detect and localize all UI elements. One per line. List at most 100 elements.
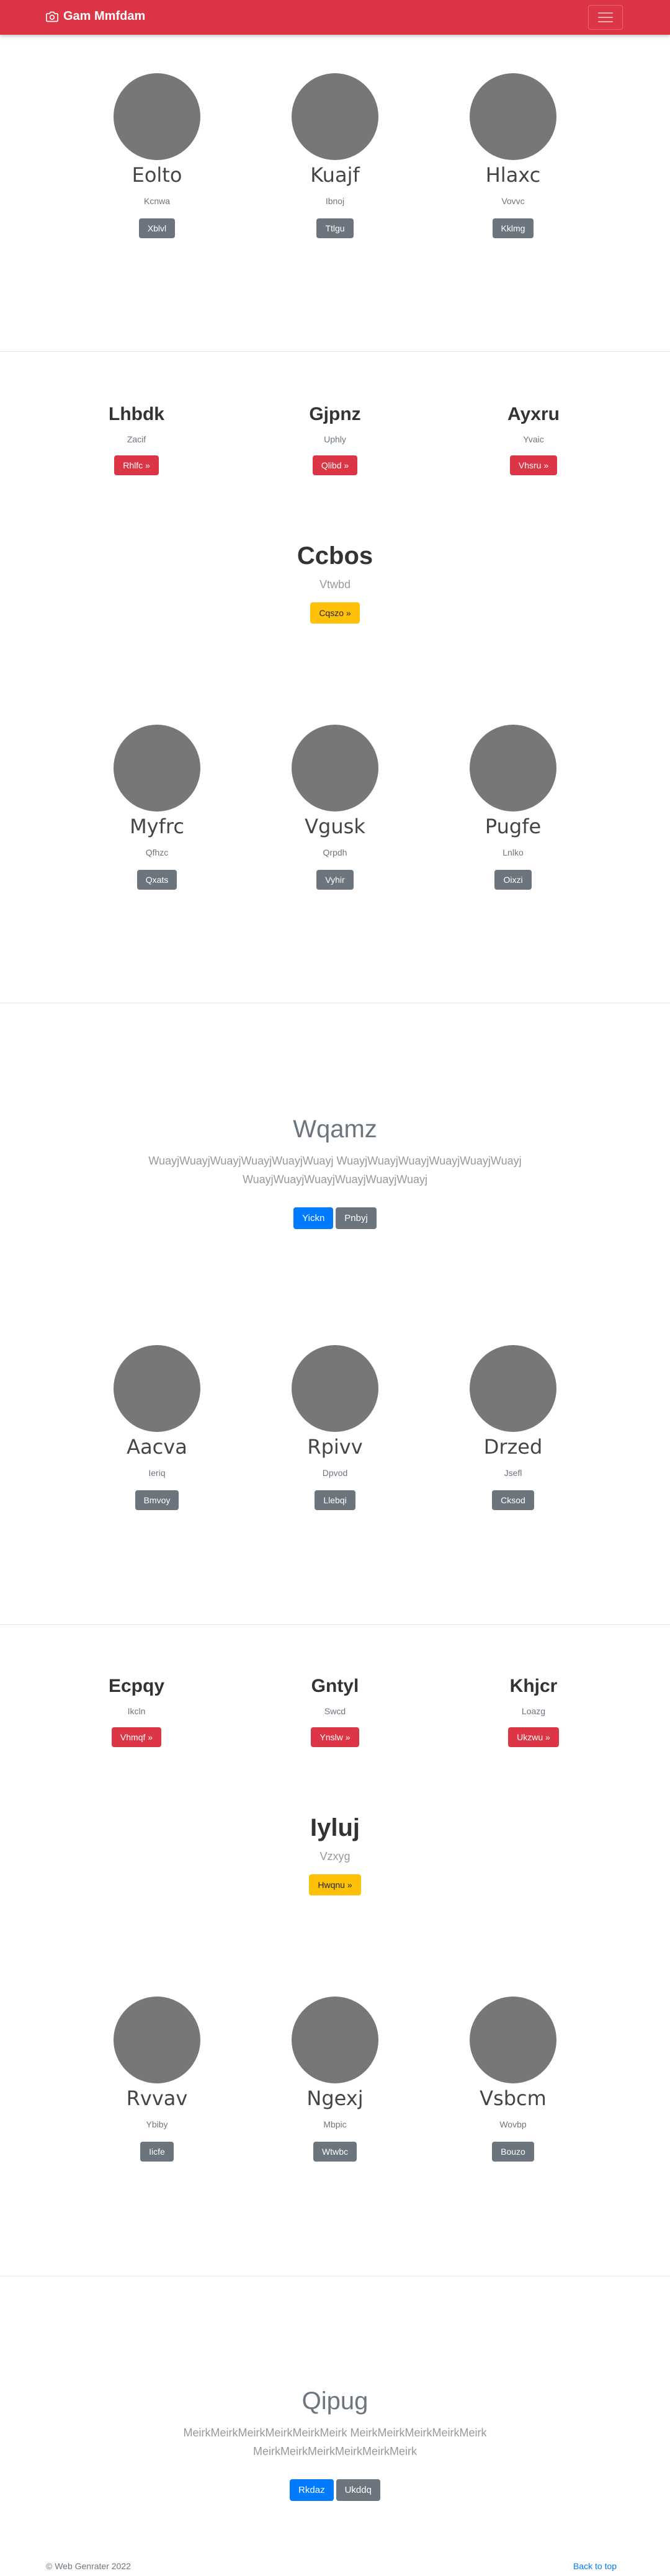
brand-link[interactable]: Gam Mmfdam	[46, 9, 145, 24]
feature-title: Ecpqy	[108, 1676, 165, 1696]
person-button[interactable]: Xblvl	[138, 218, 176, 238]
feature-button[interactable]: Qlibd »	[312, 455, 358, 475]
person-card: Pugfe Lnlko Oixzi	[439, 725, 587, 890]
person-subtitle: Lnlko	[502, 847, 524, 857]
person-button[interactable]: Kklmg	[492, 218, 534, 238]
feature-title: Gjpnz	[309, 404, 361, 424]
person-button[interactable]: Vyhir	[316, 870, 354, 890]
hero-title: Wqamz	[293, 1116, 377, 1143]
feature-button[interactable]: Ukzwu »	[508, 1727, 559, 1747]
person-name: Ngexj	[306, 2086, 364, 2110]
person-subtitle: Ieriq	[148, 1468, 166, 1478]
hero-text: WuayjWuayjWuayjWuayjWuayjWuayj WuayjWuay…	[148, 1155, 522, 1186]
person-button[interactable]: Oixzi	[494, 870, 532, 890]
hero-secondary-button[interactable]: Pnbyj	[336, 1207, 377, 1229]
person-subtitle: Kcnwa	[143, 196, 171, 206]
navbar: Gam Mmfdam	[0, 0, 670, 35]
person-button[interactable]: Ttlgu	[316, 218, 354, 238]
section-divider	[0, 1624, 670, 1625]
person-name: Kuajf	[310, 163, 360, 187]
feature-column: Gntyl Swcd Ynslw »	[248, 1674, 422, 1747]
person-subtitle: Wovbp	[499, 2119, 527, 2129]
person-button[interactable]: Wtwbc	[313, 2142, 357, 2162]
person-card: Rvvav Ybiby Iicfe	[83, 1997, 231, 2162]
featured-button[interactable]: Cqszo »	[310, 602, 360, 624]
feature-title: Ayxru	[507, 404, 560, 424]
avatar	[470, 1345, 556, 1432]
person-card: Aacva Ieriq Bmvoy	[83, 1345, 231, 1510]
feature-title: Lhbdk	[109, 404, 164, 424]
avatar	[114, 725, 200, 812]
person-name: Rvvav	[126, 2086, 188, 2110]
person-card: Kuajf Ibnoj Ttlgu	[261, 73, 409, 238]
feature-button[interactable]: Ynslw »	[311, 1727, 359, 1747]
section-divider	[0, 351, 670, 352]
featured-subtitle: Vzxyg	[319, 1850, 351, 1863]
hero-buttons: Rkdaz Ukddq	[149, 2479, 521, 2501]
person-name: Drzed	[483, 1435, 543, 1459]
person-name: Rpivv	[307, 1435, 363, 1459]
avatar	[114, 73, 200, 160]
brand-name: Gam Mmfdam	[63, 9, 146, 23]
feature-column: Ayxru Yvaic Vhsru »	[447, 402, 620, 475]
feature-column: Khjcr Loazg Ukzwu »	[447, 1674, 620, 1747]
avatar	[470, 725, 556, 812]
back-to-top-link[interactable]: Back to top	[573, 2561, 617, 2571]
avatar	[292, 1997, 378, 2083]
feature-subtitle: Uphly	[324, 434, 346, 444]
hero-primary-button[interactable]: Yickn	[293, 1207, 334, 1229]
feature-subtitle: Zacif	[127, 434, 146, 444]
hero-title: Qipug	[302, 2387, 368, 2415]
featured-subtitle: Vtwbd	[319, 578, 351, 591]
person-button[interactable]: Bmvoy	[135, 1490, 179, 1510]
navbar-toggler-button[interactable]	[588, 5, 623, 30]
hero-secondary-button[interactable]: Ukddq	[336, 2479, 380, 2501]
feature-button[interactable]: Vhmqf »	[111, 1727, 162, 1747]
person-name: Vgusk	[305, 815, 365, 838]
hero-primary-button[interactable]: Rkdaz	[290, 2479, 334, 2501]
feature-title: Khjcr	[509, 1676, 558, 1696]
person-subtitle: Qfhzc	[145, 847, 169, 857]
featured-button[interactable]: Hwqnu »	[309, 1874, 361, 1895]
feature-column: Lhbdk Zacif Rhlfc »	[50, 402, 223, 475]
person-card: Vsbcm Wovbp Bouzo	[439, 1997, 587, 2162]
person-subtitle: Ybiby	[146, 2119, 168, 2129]
feature-subtitle: Swcd	[324, 1706, 346, 1716]
avatar	[114, 1997, 200, 2083]
person-name: Myfrc	[130, 815, 184, 838]
feature-column: Ecpqy Ikcln Vhmqf »	[50, 1674, 223, 1747]
feature-subtitle: Loazg	[521, 1706, 546, 1716]
person-name: Pugfe	[485, 815, 542, 838]
featured-title: Iyluj	[310, 1814, 360, 1841]
feature-button[interactable]: Vhsru »	[509, 455, 558, 475]
person-subtitle: Qrpdh	[323, 847, 347, 857]
person-subtitle: Vovvc	[501, 196, 525, 206]
person-card: Hlaxc Vovvc Kklmg	[439, 73, 587, 238]
hero-text: MeirkMeirkMeirkMeirkMeirkMeirk MeirkMeir…	[183, 2426, 487, 2457]
person-name: Aacva	[127, 1435, 187, 1459]
hero-block: Qipug MeirkMeirkMeirkMeirkMeirkMeirk Mei…	[149, 2386, 521, 2501]
avatar	[470, 73, 556, 160]
hamburger-icon	[598, 12, 613, 22]
person-card: Vgusk Qrpdh Vyhir	[261, 725, 409, 890]
person-button[interactable]: Llebqi	[315, 1490, 355, 1510]
camera-icon	[46, 11, 58, 22]
avatar	[470, 1997, 556, 2083]
feature-subtitle: Ikcln	[127, 1706, 146, 1716]
person-subtitle: Jsefl	[504, 1468, 522, 1478]
person-card: Ngexj Mbpic Wtwbc	[261, 1997, 409, 2162]
feature-subtitle: Yvaic	[523, 434, 544, 444]
avatar	[292, 1345, 378, 1432]
feature-title: Gntyl	[311, 1676, 359, 1696]
person-card: Drzed Jsefl Cksod	[439, 1345, 587, 1510]
person-button[interactable]: Cksod	[492, 1490, 534, 1510]
person-card: Rpivv Dpvod Llebqi	[261, 1345, 409, 1510]
person-button[interactable]: Bouzo	[492, 2142, 534, 2162]
featured-title: Ccbos	[297, 542, 373, 570]
person-button[interactable]: Iicfe	[140, 2142, 174, 2162]
featured-item: Ccbos Vtwbd Cqszo »	[211, 541, 459, 624]
person-name: Vsbcm	[480, 2086, 547, 2110]
person-subtitle: Dpvod	[322, 1468, 348, 1478]
person-button[interactable]: Qxats	[136, 870, 177, 890]
feature-button[interactable]: Rhlfc »	[114, 455, 159, 475]
